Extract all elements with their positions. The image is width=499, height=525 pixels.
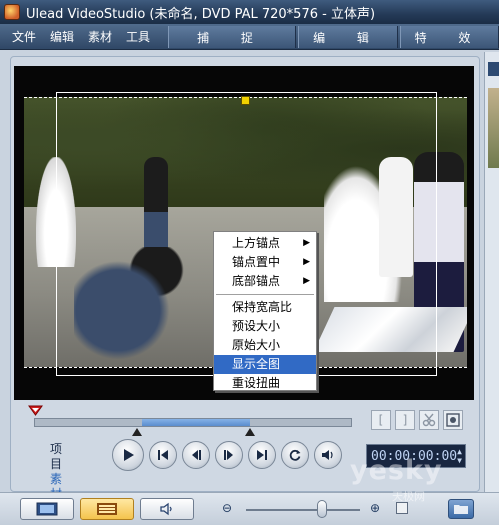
open-folder-button[interactable]: [448, 499, 474, 519]
context-menu: 上方锚点 ▶ 锚点置中 ▶ 底部锚点 ▶ 保持宽高比 预设大小 原始大小 显示全图 重…: [213, 231, 317, 391]
tab-edit[interactable]: 编 辑: [298, 26, 398, 48]
repeat-icon: [289, 449, 301, 461]
submenu-arrow-icon: ▶: [303, 276, 310, 286]
home-button[interactable]: [149, 441, 177, 469]
play-button[interactable]: [112, 439, 144, 471]
app-logo-icon: [4, 4, 20, 20]
watermark-subtitle: 天极网: [392, 490, 425, 503]
speaker-icon: [160, 502, 172, 516]
jog-slider-icon[interactable]: [28, 405, 43, 416]
menu-item-original-size[interactable]: 原始大小: [214, 336, 316, 355]
prev-frame-icon: [192, 450, 201, 460]
volume-button[interactable]: [314, 441, 342, 469]
timeline-view-button[interactable]: [80, 498, 134, 520]
end-icon: [257, 450, 267, 460]
menu-item-default-size[interactable]: 预设大小: [214, 317, 316, 336]
trim-selection: [142, 419, 250, 426]
menu-item-anchor-top[interactable]: 上方锚点 ▶: [214, 234, 316, 253]
transport-controls: [112, 439, 342, 471]
play-icon: [124, 449, 134, 461]
menu-edit[interactable]: 编辑: [43, 28, 81, 45]
zoom-in-icon[interactable]: ⊕: [370, 501, 380, 515]
menu-file[interactable]: 文件: [0, 28, 43, 45]
mark-out-button[interactable]: ]: [395, 410, 415, 430]
enlarge-preview-button[interactable]: [443, 410, 463, 430]
library-tab[interactable]: [488, 62, 499, 76]
menu-item-label: 锚点置中: [232, 255, 281, 269]
submenu-arrow-icon: ▶: [303, 257, 310, 267]
next-frame-icon: [224, 450, 233, 460]
previous-frame-button[interactable]: [182, 441, 210, 469]
trim-in-handle[interactable]: [132, 428, 142, 436]
menu-item-keep-aspect[interactable]: 保持宽高比: [214, 298, 316, 317]
zoom-slider-thumb[interactable]: [317, 500, 327, 518]
storyboard-view-button[interactable]: [20, 498, 74, 520]
storyboard-icon: [36, 502, 58, 516]
menu-item-show-full[interactable]: 显示全图: [214, 355, 316, 374]
submenu-arrow-icon: ▶: [303, 238, 310, 248]
folder-icon: [454, 505, 468, 514]
menu-item-anchor-center[interactable]: 锚点置中 ▶: [214, 253, 316, 272]
menu-item-label: 底部锚点: [232, 274, 281, 288]
scissors-icon: [422, 413, 436, 427]
project-mode-label[interactable]: 项目: [50, 442, 90, 472]
volume-icon: [322, 450, 333, 460]
menu-item-anchor-bottom[interactable]: 底部锚点 ▶: [214, 272, 316, 291]
timeline-icon: [97, 503, 117, 515]
cut-clip-button[interactable]: [419, 410, 439, 430]
menu-bar: 文件 编辑 素材 工具 捕 捉 编 辑 特 效: [0, 24, 499, 50]
next-frame-button[interactable]: [215, 441, 243, 469]
watermark-logo: yesky: [350, 455, 443, 486]
trim-out-handle[interactable]: [245, 428, 255, 436]
window-title: Ulead VideoStudio (未命名, DVD PAL 720*576 …: [26, 6, 376, 22]
repeat-button[interactable]: [281, 441, 309, 469]
zoom-slider-track[interactable]: [246, 509, 360, 511]
menu-tools[interactable]: 工具: [119, 28, 157, 45]
audio-view-button[interactable]: [140, 498, 194, 520]
tab-effects[interactable]: 特 效: [400, 26, 499, 48]
trim-bar[interactable]: [34, 418, 352, 427]
timecode-spinner-icon[interactable]: ▲ ▼: [457, 447, 462, 465]
tab-capture[interactable]: 捕 捉: [168, 26, 296, 48]
end-button[interactable]: [248, 441, 276, 469]
menu-separator: [216, 294, 314, 295]
menu-clip[interactable]: 素材: [81, 28, 119, 45]
edit-toolbar: [ ]: [371, 410, 463, 430]
home-icon: [158, 450, 168, 460]
library-panel-edge: [484, 52, 499, 492]
zoom-out-icon[interactable]: ⊖: [222, 501, 232, 515]
fullscreen-icon: [446, 413, 460, 427]
menu-item-reset-distortion[interactable]: 重设扭曲: [214, 374, 316, 393]
title-bar: Ulead VideoStudio (未命名, DVD PAL 720*576 …: [0, 0, 499, 24]
menu-item-label: 上方锚点: [232, 236, 281, 250]
mark-in-button[interactable]: [: [371, 410, 391, 430]
anchor-handle[interactable]: [241, 96, 250, 105]
library-thumbnail[interactable]: [488, 88, 499, 168]
